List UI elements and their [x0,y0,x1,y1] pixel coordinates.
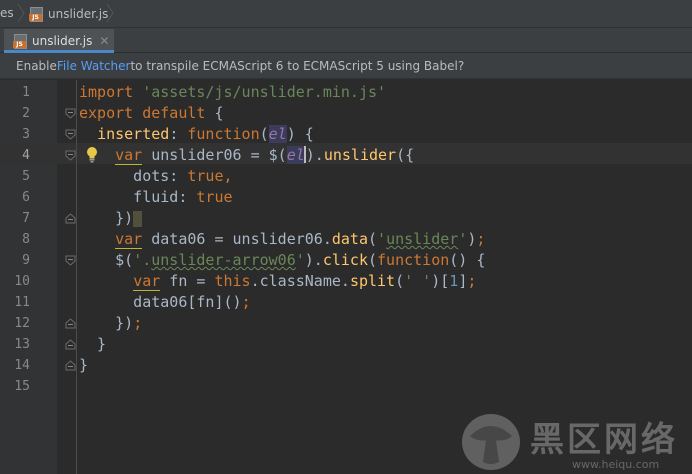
code-text[interactable]: dots: true, [79,166,232,187]
tab-label: unslider.js [32,34,93,48]
code-text[interactable]: } [79,334,106,355]
code-text[interactable]: var data06 = unslider06.data('unslider')… [79,229,485,250]
line-number: 10 [14,274,30,289]
fold-open-icon[interactable] [65,129,76,140]
code-line[interactable]: 5 dots: true, [0,166,692,187]
fold-close-icon[interactable] [65,318,76,329]
line-number: 9 [22,253,30,268]
line-number: 12 [14,316,30,331]
line-number: 14 [14,358,30,373]
lightbulb-icon[interactable] [85,146,99,163]
code-text[interactable]: import 'assets/js/unslider.min.js' [79,82,386,103]
code-text[interactable]: }); [79,313,142,334]
code-line[interactable]: 9 $('.unslider-arrow06').click(function(… [0,250,692,271]
code-text[interactable]: var fn = this.className.split(' ')[1]; [79,271,476,292]
line-number: 5 [22,169,30,184]
code-text[interactable]: inserted: function(el) { [79,124,314,145]
file-watcher-notification: Enable File Watcher to transpile ECMAScr… [0,53,692,79]
code-line[interactable]: 6 fluid: true [0,187,692,208]
breadcrumb-separator-icon [17,3,25,23]
code-text[interactable]: }) [79,208,143,229]
code-text[interactable]: export default { [79,103,224,124]
code-line[interactable]: 14 } [0,355,692,376]
watermark-url: www.heiqu.com [572,458,660,471]
text-caret [303,146,306,163]
code-line[interactable]: 8 var data06 = unslider06.data('unslider… [0,229,692,250]
breadcrumb-separator-icon [106,3,114,23]
watermark: 黑区网络 www.heiqu.com [460,410,692,474]
code-text[interactable]: data06[fn](); [79,292,250,313]
fold-open-icon[interactable] [65,150,76,161]
code-line[interactable]: 2 export default { [0,103,692,124]
line-number: 15 [14,379,30,394]
js-file-icon: JS [13,33,28,49]
notification-text-after: to transpile ECMAScript 6 to ECMAScript … [130,58,465,73]
line-number: 6 [22,190,30,205]
js-file-icon: JS [29,6,44,22]
mushroom-logo-icon [462,414,520,470]
fold-close-icon[interactable] [65,339,76,350]
code-text[interactable]: fluid: true [79,187,232,208]
file-watcher-link[interactable]: File Watcher [57,59,131,73]
line-number: 11 [14,295,30,310]
close-icon[interactable]: ✕ [99,34,109,48]
watermark-logo-text: 黑区网络 [530,420,678,460]
tab-unslider-js[interactable]: JS unslider.js ✕ [4,29,114,53]
line-number: 2 [22,106,30,121]
fold-open-icon[interactable] [65,108,76,119]
code-line[interactable]: 4 var unslider06 = $(el).unslider({ [0,145,692,166]
navigation-breadcrumb: es JS unslider.js [0,0,692,28]
code-line[interactable]: 1 import 'assets/js/unslider.min.js' [0,82,692,103]
line-number: 13 [14,337,30,352]
breadcrumb-parent-fragment[interactable]: es [0,6,14,20]
code-line[interactable]: 12 }); [0,313,692,334]
fold-close-icon[interactable] [65,360,76,371]
line-number: 1 [22,85,30,100]
code-line[interactable]: 7 }) [0,208,692,229]
line-number: 7 [22,211,30,226]
code-text[interactable]: } [79,355,88,376]
fold-open-icon[interactable] [65,255,76,266]
editor-tab-strip: JS unslider.js ✕ [0,28,692,53]
fold-close-icon[interactable] [65,213,76,224]
notification-text-before: Enable [16,58,57,73]
breadcrumb-file-label: unslider.js [48,7,109,21]
line-number: 4 [22,148,30,163]
code-line[interactable]: 10 var fn = this.className.split(' ')[1]… [0,271,692,292]
breadcrumb-file[interactable]: JS unslider.js [29,4,109,24]
code-line[interactable]: 13 } [0,334,692,355]
line-number: 3 [22,127,30,142]
code-line[interactable]: 15 [0,376,692,397]
code-line[interactable]: 11 data06[fn](); [0,292,692,313]
code-text[interactable]: $('.unslider-arrow06').click(function() … [79,250,485,271]
line-number: 8 [22,232,30,247]
code-text[interactable]: var unslider06 = $(el).unslider({ [79,145,414,166]
code-line[interactable]: 3 inserted: function(el) { [0,124,692,145]
